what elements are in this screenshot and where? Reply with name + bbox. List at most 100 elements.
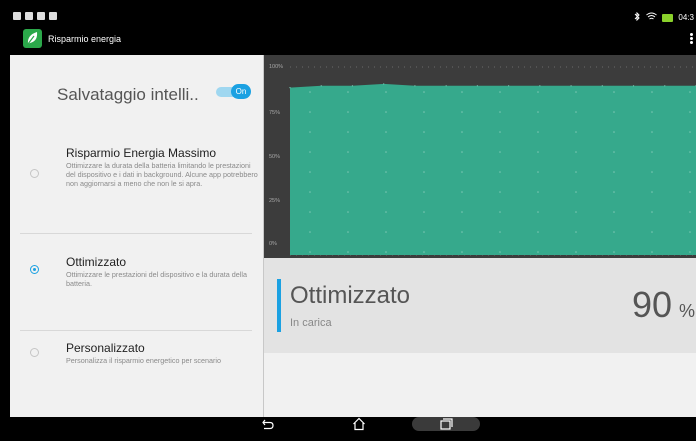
- recent-apps-icon: [440, 418, 453, 430]
- radio-optimized[interactable]: [30, 265, 39, 274]
- data-point: [664, 85, 666, 87]
- data-point: [289, 87, 291, 89]
- grid-dot: [309, 151, 311, 153]
- data-point: [414, 85, 416, 87]
- back-icon[interactable]: [261, 417, 275, 431]
- grid-dot: [499, 191, 501, 193]
- grid-dot: [537, 191, 539, 193]
- grid-dot: [309, 131, 311, 133]
- notification-icons: [13, 12, 57, 20]
- grid-dot: [613, 171, 615, 173]
- grid-dot: [461, 211, 463, 213]
- current-mode-label: Ottimizzato: [290, 282, 411, 309]
- grid-dot: [309, 91, 311, 93]
- grid-dot: [613, 231, 615, 233]
- grid-dot: [385, 211, 387, 213]
- grid-dot: [499, 211, 501, 213]
- navigation-bar: [10, 417, 696, 431]
- grid-dot: [423, 91, 425, 93]
- grid-dot: [575, 151, 577, 153]
- grid-dot: [575, 131, 577, 133]
- recent-apps-button[interactable]: [412, 417, 480, 431]
- app-title: Risparmio energia: [48, 34, 122, 44]
- grid-dot: [689, 171, 691, 173]
- grid-dot: [651, 191, 653, 193]
- grid-dot: [537, 231, 539, 233]
- smart-saving-label: Salvataggio intelli..: [57, 85, 199, 104]
- grid-dot: [689, 91, 691, 93]
- grid-dot: [613, 151, 615, 153]
- grid-dot: [423, 131, 425, 133]
- grid-dot: [347, 171, 349, 173]
- grid-dot: [461, 111, 463, 113]
- grid-dot: [689, 111, 691, 113]
- grid-dot: [347, 151, 349, 153]
- grid-dot: [651, 151, 653, 153]
- data-point: [570, 85, 572, 87]
- grid-dot: [651, 111, 653, 113]
- status-bar: 04:3: [10, 10, 696, 25]
- overflow-menu-icon[interactable]: [690, 33, 694, 47]
- grid-dot: [385, 171, 387, 173]
- grid-dot: [309, 251, 311, 253]
- grid-dot: [423, 231, 425, 233]
- data-point: [632, 85, 635, 87]
- grid-dot: [385, 191, 387, 193]
- grid-dot: [385, 91, 387, 93]
- grid-dot: [385, 131, 387, 133]
- data-point: [539, 85, 541, 87]
- grid-dot: [575, 111, 577, 113]
- grid-dot: [689, 231, 691, 233]
- grid-dot: [613, 251, 615, 253]
- grid-dot: [423, 211, 425, 213]
- option-optimized[interactable]: Ottimizzato Ottimizzare le prestazioni d…: [10, 255, 263, 315]
- grid-dot: [651, 131, 653, 133]
- grid-dot: [575, 231, 577, 233]
- radio-max-saving[interactable]: [30, 169, 39, 178]
- smart-saving-toggle[interactable]: On: [216, 84, 251, 99]
- option-title: Risparmio Energia Massimo: [66, 146, 217, 160]
- grid-dot: [575, 251, 577, 253]
- battery-status: Ottimizzato In carica 90 %: [264, 258, 696, 353]
- grid-dot: [575, 171, 577, 173]
- notification-icon: [49, 12, 57, 20]
- mode-list: Salvataggio intelli.. On Risparmio Energ…: [10, 55, 264, 417]
- data-point: [508, 85, 510, 87]
- option-custom[interactable]: Personalizzato Personalizza il risparmio…: [10, 341, 263, 381]
- home-icon[interactable]: [352, 417, 366, 431]
- grid-dot: [423, 251, 425, 253]
- grid-dot: [651, 171, 653, 173]
- option-title: Personalizzato: [66, 341, 145, 355]
- notification-icon: [25, 12, 33, 20]
- option-description: Personalizza il risparmio energetico per…: [66, 356, 222, 365]
- grid-dot: [613, 191, 615, 193]
- grid-dot: [499, 151, 501, 153]
- grid-dot: [347, 131, 349, 133]
- grid-dot: [499, 231, 501, 233]
- radio-custom[interactable]: [30, 348, 39, 357]
- grid-dot: [461, 131, 463, 133]
- grid-dot: [537, 211, 539, 213]
- grid-dot: [461, 231, 463, 233]
- wifi-icon: [646, 12, 658, 23]
- grid-dot: [461, 251, 463, 253]
- grid-dot: [613, 131, 615, 133]
- grid-dot: [575, 91, 577, 93]
- grid-dot: [423, 191, 425, 193]
- toggle-knob: On: [231, 84, 251, 99]
- grid-dot: [309, 111, 311, 113]
- grid-dot: [385, 231, 387, 233]
- divider: [20, 330, 252, 331]
- grid-dot: [499, 251, 501, 253]
- grid-dot: [689, 211, 691, 213]
- grid-dot: [461, 91, 463, 93]
- grid-dot: [537, 111, 539, 113]
- data-point: [320, 85, 322, 87]
- option-max-saving[interactable]: Risparmio Energia Massimo Ottimizzare la…: [10, 143, 263, 223]
- grid-dot: [537, 171, 539, 173]
- grid-dot: [537, 151, 539, 153]
- grid-dot: [651, 211, 653, 213]
- battery-chart: 100% 75% 50% 25% 0%: [264, 55, 696, 258]
- grid-dot: [499, 91, 501, 93]
- grid-dot: [461, 151, 463, 153]
